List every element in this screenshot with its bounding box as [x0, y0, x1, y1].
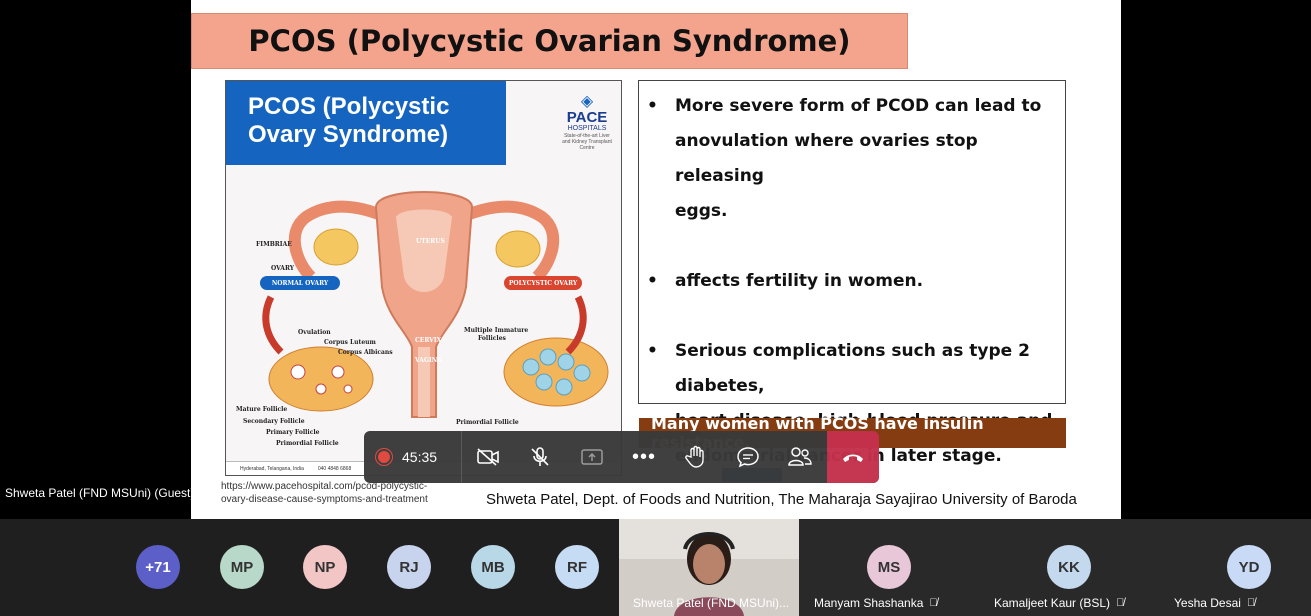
label-primary-follicle: Primary Follicle: [266, 429, 320, 436]
more-icon: •••: [631, 445, 656, 468]
slide-title: PCOS (Polycystic Ovarian Syndrome): [248, 24, 851, 58]
label-ovulation: Ovulation: [298, 329, 331, 336]
meeting-timer: 45:35: [402, 449, 438, 465]
raise-hand-icon: [685, 445, 704, 468]
avatar-initials: MS: [877, 558, 901, 576]
participant-tile[interactable]: KK Kamaljeet Kaur (BSL) 🎙̸: [979, 519, 1159, 616]
avatar[interactable]: RJ: [387, 545, 431, 589]
slide-credit: Shweta Patel, Dept. of Foods and Nutriti…: [486, 491, 1077, 508]
participant-name: Yesha Desai: [1174, 596, 1241, 610]
mic-muted-icon: 🎙̸: [929, 597, 938, 609]
label-mature-follicle: Mature Follicle: [236, 406, 288, 413]
label-primordial-follicle: Primordial Follicle: [276, 440, 339, 447]
label-uterus: UTERUS: [416, 238, 445, 245]
label-corpus-albicans: Corpus Albicans: [338, 349, 393, 356]
mic-toggle-button[interactable]: [514, 431, 566, 483]
participant-tile[interactable]: YD Yesha Desai 🎙̸: [1159, 519, 1311, 616]
logo-name-1: PACE: [566, 109, 608, 126]
footer-location: Hyderabad, Telangana, India: [240, 465, 304, 472]
avatar-initials: NP: [314, 558, 336, 576]
presenter-name-tag: Shweta Patel (FND MSUni) (Guest): [5, 486, 195, 500]
normal-ovary-badge: NORMAL OVARY: [260, 276, 340, 290]
footer-phone: 040 4848 6868: [317, 465, 352, 472]
bullet-1-line-2: anovulation where ovaries stop releasing: [675, 131, 978, 186]
slide-title-banner: PCOS (Polycystic Ovarian Syndrome): [191, 13, 908, 69]
bullet-1-line-1: More severe form of PCOD can lead to: [675, 96, 1042, 116]
bullet-2-line-1: affects fertility in women.: [675, 271, 924, 291]
mic-muted-icon: 🎙̸: [1246, 597, 1256, 609]
avatar-initials: RF: [567, 558, 587, 576]
avatar[interactable]: MP: [220, 545, 264, 589]
polycystic-ovary-badge: POLYCYSTIC OVARY: [504, 276, 582, 290]
share-screen-icon: [581, 449, 603, 465]
source-url: https://www.pacehospital.com/pcod-polycy…: [221, 480, 428, 506]
overflow-participants-avatar[interactable]: +71: [136, 545, 180, 589]
label-cervix: CERVIX: [415, 337, 442, 344]
label-ovary: OVARY: [271, 265, 295, 272]
label-follicles: Follicles: [478, 335, 506, 342]
label-corpus-luteum: Corpus Luteum: [324, 339, 376, 346]
overflow-count: +71: [145, 558, 171, 576]
pace-hospitals-logo: ◈ PACE HOSPITALS State-of-the-art Liver …: [562, 91, 612, 151]
logo-tagline: State-of-the-art Liver and Kidney Transp…: [562, 133, 612, 151]
recording-indicator: 45:35: [364, 431, 462, 483]
camera-toggle-button[interactable]: [462, 431, 514, 483]
participant-name-row: Kamaljeet Kaur (BSL) 🎙̸: [994, 596, 1124, 610]
source-url-line2: ovary-disease-cause-symptoms-and-treatme…: [221, 494, 428, 505]
participants-button[interactable]: [774, 431, 826, 483]
avatar-initials: YD: [1238, 558, 1260, 576]
avatar[interactable]: NP: [303, 545, 347, 589]
bullet-list-box: • More severe form of PCOD can lead to a…: [638, 80, 1066, 466]
participant-name: Kamaljeet Kaur (BSL): [994, 596, 1111, 610]
avatar: MS: [867, 545, 911, 589]
meeting-toolbar: 45:35 •••: [364, 431, 879, 483]
participant-gallery: +71 MP NP RJ MB RF Shweta Patel (FND MSU…: [0, 519, 1311, 616]
infographic-header-line2: Ovary Syndrome): [248, 121, 449, 148]
participants-icon: [788, 447, 812, 466]
chat-icon: [737, 447, 759, 468]
label-secondary-follicle: Secondary Follicle: [243, 418, 305, 425]
pcos-infographic: PCOS (Polycystic Ovary Syndrome) ◈ PACE …: [225, 80, 622, 476]
participant-name-row: Manyam Shashanka 🎙̸: [814, 596, 938, 610]
participant-name-row: Yesha Desai 🎙̸: [1174, 596, 1255, 610]
infographic-header: PCOS (Polycystic Ovary Syndrome): [226, 81, 506, 165]
label-primordial-follicle-2: Primordial Follicle: [456, 419, 519, 426]
logo-name-2: HOSPITALS: [567, 125, 607, 132]
camera-off-icon: [477, 448, 499, 466]
chat-button[interactable]: [722, 431, 774, 483]
raise-hand-button[interactable]: [670, 431, 722, 483]
polycystic-ovary-label: POLYCYSTIC OVARY: [508, 279, 578, 287]
infographic-header-line1: PCOS (Polycystic: [248, 93, 450, 120]
logo-mark-icon: ◈: [580, 93, 594, 110]
avatar: YD: [1227, 545, 1271, 589]
hang-up-button[interactable]: [827, 431, 879, 483]
hang-up-icon: [843, 454, 863, 462]
bullet-item: • affects fertility in women.: [645, 264, 1055, 299]
label-multiple-immature: Multiple Immature: [464, 327, 529, 334]
label-vagina: VAGINA: [415, 357, 442, 364]
avatar-initials: RJ: [399, 558, 419, 576]
share-screen-button[interactable]: [566, 431, 618, 483]
avatar-initials: MP: [230, 558, 254, 576]
participant-tile[interactable]: MS Manyam Shashanka 🎙̸: [799, 519, 979, 616]
bullet-item: • More severe form of PCOD can lead to a…: [645, 89, 1055, 229]
avatar-initials: KK: [1058, 558, 1080, 576]
participant-name: Manyam Shashanka: [814, 596, 924, 610]
participant-video-tile[interactable]: Shweta Patel (FND MSUni)...: [619, 519, 799, 616]
avatar: KK: [1047, 545, 1091, 589]
recording-icon: [378, 451, 390, 463]
more-options-button[interactable]: •••: [618, 431, 670, 483]
avatar-initials: MB: [481, 558, 505, 576]
avatar[interactable]: MB: [471, 545, 515, 589]
participant-name: Shweta Patel (FND MSUni)...: [633, 596, 790, 610]
label-fimbriae: FIMBRIAE: [256, 241, 292, 248]
mic-muted-icon: 🎙̸: [1116, 597, 1125, 609]
normal-ovary-label: NORMAL OVARY: [271, 279, 329, 287]
avatar[interactable]: RF: [555, 545, 599, 589]
bullet-1-line-3: eggs.: [675, 201, 728, 221]
bullet-3-line-1: Serious complications such as type 2 dia…: [675, 341, 1030, 396]
mic-off-icon: [531, 447, 549, 466]
